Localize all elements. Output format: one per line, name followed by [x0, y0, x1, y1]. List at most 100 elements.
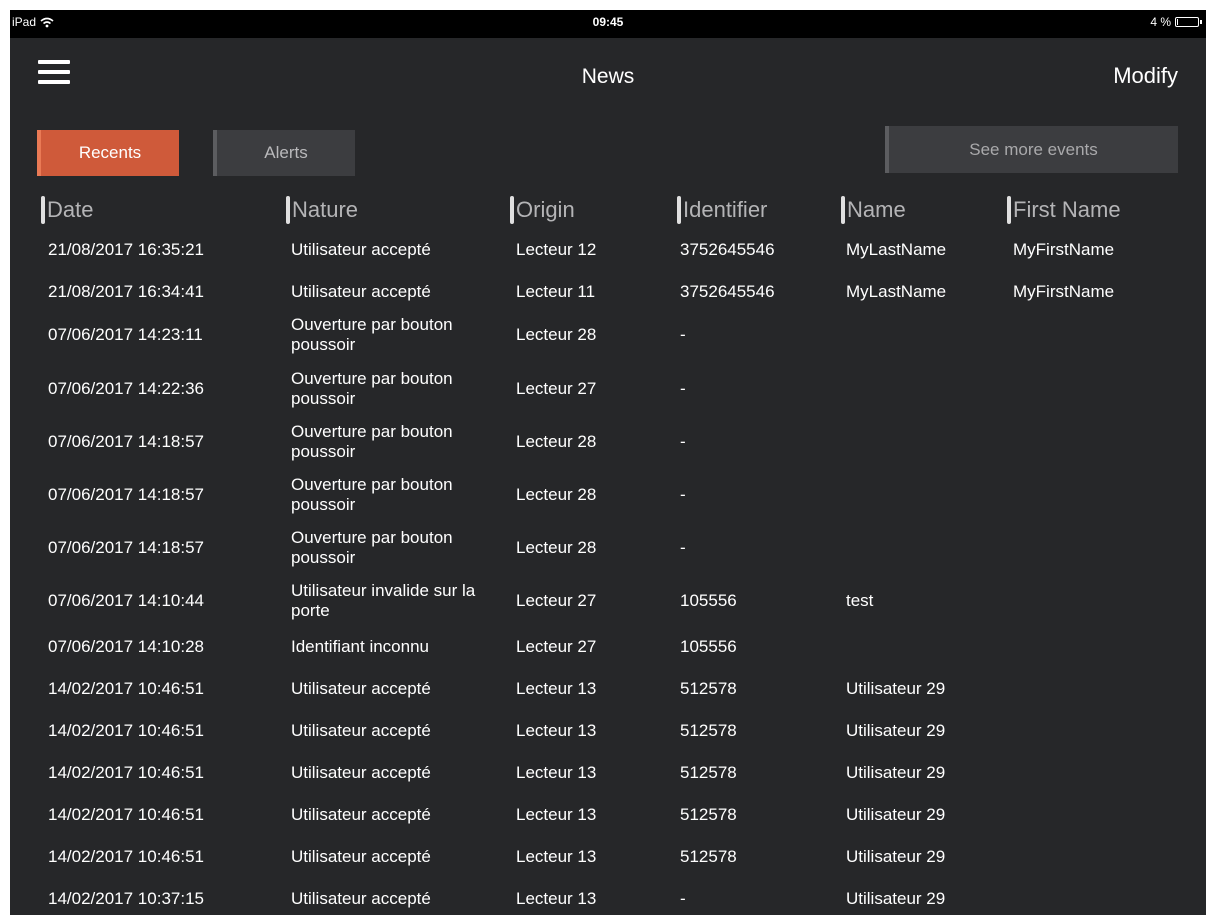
- table-row[interactable]: 14/02/2017 10:46:51 Utilisateur accepté …: [10, 668, 1206, 710]
- cell-name: [846, 314, 1006, 356]
- cell-first-name: MyFirstName: [1013, 282, 1115, 301]
- table-row[interactable]: 07/06/2017 14:22:36 Ouverture par bouton…: [10, 368, 1206, 410]
- cell-first-name: MyFirstName: [1013, 240, 1115, 259]
- table-row[interactable]: 21/08/2017 16:34:41 Utilisateur accepté …: [10, 271, 1206, 313]
- column-marker: [677, 196, 681, 224]
- table-row[interactable]: 07/06/2017 14:10:44 Utilisateur invalide…: [10, 580, 1206, 622]
- cell-date: 07/06/2017 14:22:36: [48, 379, 204, 398]
- cell-date: 14/02/2017 10:37:15: [48, 889, 204, 908]
- status-right: 4 %: [1150, 15, 1202, 29]
- cell-nature: Ouverture par bouton poussoir: [291, 475, 453, 514]
- cell-first-name: [1013, 626, 1193, 668]
- page-title: News: [581, 65, 635, 88]
- table-row[interactable]: 14/02/2017 10:46:51 Utilisateur accepté …: [10, 710, 1206, 752]
- cell-first-name: [1013, 752, 1193, 794]
- cell-nature: Ouverture par bouton poussoir: [291, 369, 453, 408]
- cell-identifier: 105556: [680, 591, 737, 610]
- cell-date: 07/06/2017 14:18:57: [48, 538, 204, 557]
- column-header-name[interactable]: Name: [841, 196, 906, 224]
- tab-alerts[interactable]: Alerts: [213, 130, 355, 176]
- cell-name: Utilisateur 29: [846, 847, 946, 866]
- cell-name: Utilisateur 29: [846, 763, 946, 782]
- cell-nature: Ouverture par bouton poussoir: [291, 422, 453, 461]
- table-row[interactable]: 07/06/2017 14:18:57 Ouverture par bouton…: [10, 474, 1206, 516]
- column-label: First Name: [1013, 197, 1121, 222]
- column-label: Origin: [516, 197, 575, 222]
- table-row[interactable]: 14/02/2017 10:46:51 Utilisateur accepté …: [10, 752, 1206, 794]
- cell-nature: Identifiant inconnu: [291, 637, 429, 656]
- cell-name: [846, 368, 1006, 410]
- table-row[interactable]: 21/08/2017 16:35:21 Utilisateur accepté …: [10, 229, 1206, 271]
- cell-nature: Utilisateur accepté: [291, 721, 431, 740]
- cell-origin: Lecteur 12: [516, 240, 597, 259]
- table-row[interactable]: 07/06/2017 14:18:57 Ouverture par bouton…: [10, 421, 1206, 463]
- column-label: Name: [847, 197, 906, 222]
- see-more-events-button[interactable]: See more events: [885, 126, 1178, 173]
- cell-name: MyLastName: [846, 282, 947, 301]
- cell-date: 07/06/2017 14:18:57: [48, 432, 204, 451]
- modify-button[interactable]: Modify: [1113, 63, 1178, 89]
- status-bar: iPad 09:45 4 %: [10, 10, 1206, 38]
- column-header-origin[interactable]: Origin: [510, 196, 575, 224]
- column-marker: [510, 196, 514, 224]
- table-row[interactable]: 14/02/2017 10:37:15 Utilisateur accepté …: [10, 878, 1206, 915]
- cell-identifier: -: [680, 325, 686, 344]
- cell-identifier: 512578: [680, 847, 737, 866]
- cell-origin: Lecteur 11: [516, 282, 596, 301]
- cell-nature: Utilisateur accepté: [291, 889, 431, 908]
- cell-identifier: 512578: [680, 721, 737, 740]
- tab-recents[interactable]: Recents: [37, 130, 179, 176]
- cell-origin: Lecteur 13: [516, 763, 597, 782]
- cell-date: 14/02/2017 10:46:51: [48, 721, 204, 740]
- column-header-identifier[interactable]: Identifier: [677, 196, 767, 224]
- cell-origin: Lecteur 27: [516, 637, 597, 656]
- cell-date: 14/02/2017 10:46:51: [48, 679, 204, 698]
- cell-name: test: [846, 591, 874, 610]
- column-header-date[interactable]: Date: [41, 196, 93, 224]
- cell-name: Utilisateur 29: [846, 805, 946, 824]
- cell-origin: Lecteur 13: [516, 805, 597, 824]
- cell-origin: Lecteur 13: [516, 721, 597, 740]
- cell-nature: Ouverture par bouton poussoir: [291, 315, 453, 354]
- table-row[interactable]: 07/06/2017 14:23:11 Ouverture par bouton…: [10, 314, 1206, 356]
- cell-nature: Utilisateur accepté: [291, 282, 431, 301]
- cell-name: Utilisateur 29: [846, 889, 946, 908]
- cell-first-name: [1013, 421, 1193, 463]
- column-header-first-name[interactable]: First Name: [1007, 196, 1121, 224]
- app-screen: iPad 09:45 4 % News Modify Recents Alert…: [10, 10, 1206, 915]
- cell-name: [846, 474, 1006, 516]
- cell-origin: Lecteur 13: [516, 679, 597, 698]
- cell-first-name: [1013, 710, 1193, 752]
- cell-origin: Lecteur 28: [516, 432, 597, 451]
- status-time: 09:45: [592, 15, 624, 29]
- cell-nature: Utilisateur accepté: [291, 240, 431, 259]
- table-row[interactable]: 14/02/2017 10:46:51 Utilisateur accepté …: [10, 836, 1206, 878]
- table-row[interactable]: 07/06/2017 14:18:57 Ouverture par bouton…: [10, 527, 1206, 569]
- cell-date: 14/02/2017 10:46:51: [48, 847, 204, 866]
- cell-first-name: [1013, 314, 1193, 356]
- column-header-nature[interactable]: Nature: [286, 196, 358, 224]
- cell-identifier: 3752645546: [680, 240, 775, 259]
- table-row[interactable]: 07/06/2017 14:10:28 Identifiant inconnu …: [10, 626, 1206, 668]
- cell-first-name: [1013, 878, 1193, 915]
- cell-date: 14/02/2017 10:46:51: [48, 805, 204, 824]
- cell-first-name: [1013, 474, 1193, 516]
- cell-origin: Lecteur 28: [516, 485, 597, 504]
- battery-tip: [1200, 20, 1202, 24]
- cell-nature: Utilisateur accepté: [291, 805, 431, 824]
- cell-identifier: -: [680, 432, 686, 451]
- cell-identifier: -: [680, 485, 686, 504]
- cell-origin: Lecteur 28: [516, 538, 597, 557]
- cell-date: 14/02/2017 10:46:51: [48, 763, 204, 782]
- cell-nature: Utilisateur accepté: [291, 679, 431, 698]
- table-row[interactable]: 14/02/2017 10:46:51 Utilisateur accepté …: [10, 794, 1206, 836]
- cell-nature: Utilisateur invalide sur la porte: [291, 581, 476, 620]
- cell-name: MyLastName: [846, 240, 947, 259]
- cell-nature: Ouverture par bouton poussoir: [291, 528, 453, 567]
- cell-identifier: 512578: [680, 805, 737, 824]
- cell-origin: Lecteur 27: [516, 591, 597, 610]
- cell-identifier: 105556: [680, 637, 737, 656]
- cell-first-name: [1013, 836, 1193, 878]
- cell-origin: Lecteur 13: [516, 847, 597, 866]
- cell-date: 07/06/2017 14:10:28: [48, 637, 204, 656]
